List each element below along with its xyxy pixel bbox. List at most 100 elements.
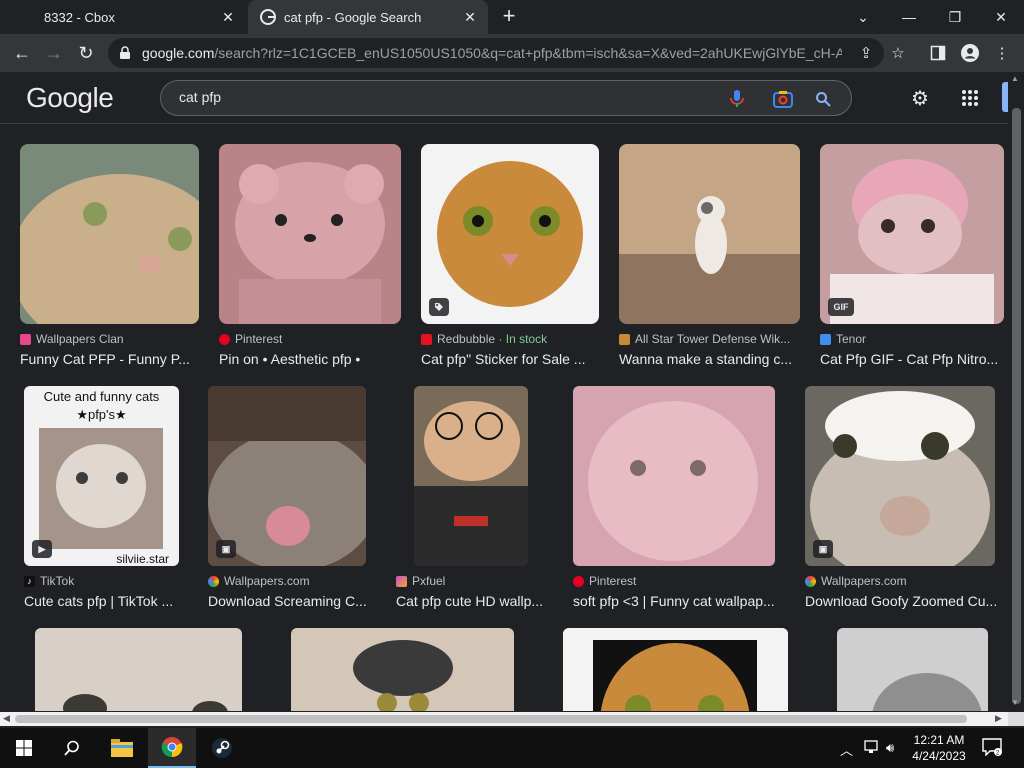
scroll-left-arrow-icon[interactable]: ◀: [3, 713, 10, 724]
image-result[interactable]: Pxfuel Cat pfp cute HD wallp...: [396, 386, 556, 609]
image-result[interactable]: ▣ Wallpapers.com Download Goofy Zoomed C…: [805, 386, 1001, 609]
result-title[interactable]: Cat pfp" Sticker for Sale ...: [421, 351, 599, 367]
tab-search-chevron-icon[interactable]: ⌄: [840, 0, 886, 34]
network-icon[interactable]: [864, 740, 880, 757]
result-thumbnail[interactable]: [20, 144, 199, 324]
image-result[interactable]: All Star Tower Defense Wik... Wanna make…: [619, 144, 800, 367]
close-tab-icon[interactable]: ✕: [218, 7, 238, 27]
result-thumbnail[interactable]: [219, 144, 401, 324]
horizontal-scrollbar[interactable]: ◀ ▶: [0, 712, 1008, 726]
result-thumbnail[interactable]: ▣: [208, 386, 366, 566]
result-thumbnail[interactable]: [573, 386, 775, 566]
windows-start-icon[interactable]: [0, 728, 48, 768]
minimize-button[interactable]: —: [886, 0, 932, 34]
search-box[interactable]: [160, 80, 852, 116]
search-icon[interactable]: [48, 728, 96, 768]
settings-gear-icon[interactable]: ⚙: [908, 86, 932, 110]
share-icon[interactable]: ⇪: [856, 43, 876, 63]
search-icon[interactable]: [813, 89, 833, 109]
google-apps-grid-icon[interactable]: [958, 86, 982, 110]
close-tab-icon[interactable]: ✕: [460, 7, 480, 27]
lens-camera-icon[interactable]: [773, 89, 793, 109]
wiki-favicon-icon: [619, 333, 630, 345]
search-input[interactable]: [179, 89, 699, 105]
lock-icon[interactable]: [118, 46, 132, 60]
back-button[interactable]: ←: [10, 41, 34, 65]
show-hidden-icons-chevron-icon[interactable]: ︿: [840, 740, 853, 759]
notifications-icon[interactable]: 2: [982, 738, 1002, 759]
result-title[interactable]: Wanna make a standing c...: [619, 351, 800, 367]
redbubble-icon: [421, 333, 432, 345]
menu-kebab-icon[interactable]: ⋮: [992, 43, 1012, 63]
result-source[interactable]: Wallpapers.com: [208, 574, 376, 588]
image-result[interactable]: ▣ Wallpapers.com Download Screaming C...: [208, 386, 376, 609]
file-explorer-icon[interactable]: [98, 728, 146, 768]
steam-icon[interactable]: [198, 728, 246, 768]
result-source[interactable]: All Star Tower Defense Wik...: [619, 332, 800, 346]
result-title[interactable]: Pin on • Aesthetic pfp •: [219, 351, 401, 367]
scroll-up-arrow-icon[interactable]: ▲: [1011, 74, 1019, 83]
voice-search-mic-icon[interactable]: [727, 89, 747, 109]
system-clock[interactable]: 12:21 AM 4/24/2023: [902, 732, 976, 764]
image-result[interactable]: Pinterest Pin on • Aesthetic pfp •: [219, 144, 401, 367]
address-bar[interactable]: google.com/search?rlz=1C1GCEB_enUS1050US…: [108, 38, 884, 68]
result-source[interactable]: ♪ TikTok: [24, 574, 190, 588]
profile-icon[interactable]: [960, 43, 980, 63]
result-thumbnail[interactable]: [563, 628, 788, 711]
result-source[interactable]: Tenor: [820, 332, 1004, 346]
restore-button[interactable]: ❐: [932, 0, 978, 34]
result-thumbnail[interactable]: [619, 144, 800, 324]
tab-label: cat pfp - Google Search: [284, 9, 422, 25]
result-source[interactable]: Pinterest: [573, 574, 788, 588]
image-result[interactable]: Pinterest soft pfp <3 | Funny cat wallpa…: [573, 386, 788, 609]
result-thumbnail[interactable]: Cute and funny cats ★pfp's★ silviie.star…: [24, 386, 179, 566]
chrome-taskbar-icon[interactable]: [148, 728, 196, 768]
result-thumbnail[interactable]: [421, 144, 599, 324]
image-result[interactable]: Wallpapers Clan Funny Cat PFP - Funny P.…: [20, 144, 200, 367]
result-source[interactable]: Pxfuel: [396, 574, 556, 588]
image-result[interactable]: [35, 628, 242, 711]
pxfuel-icon: [396, 575, 407, 587]
tab-google-search[interactable]: cat pfp - Google Search ✕: [248, 0, 488, 34]
result-source[interactable]: Pinterest: [219, 332, 401, 346]
result-thumbnail[interactable]: GIF: [820, 144, 1004, 324]
image-result[interactable]: GIF Tenor Cat Pfp GIF - Cat Pfp Nitro...: [820, 144, 1004, 367]
result-thumbnail[interactable]: ▣: [805, 386, 995, 566]
result-thumbnail[interactable]: [35, 628, 242, 711]
google-logo[interactable]: Google: [26, 82, 114, 114]
result-title[interactable]: Cute cats pfp | TikTok ...: [24, 593, 190, 609]
url-text[interactable]: google.com/search?rlz=1C1GCEB_enUS1050US…: [142, 45, 842, 61]
new-tab-button[interactable]: +: [498, 5, 520, 28]
side-panel-icon[interactable]: [928, 43, 948, 63]
scrollbar-thumb[interactable]: [1012, 108, 1021, 704]
result-source[interactable]: Wallpapers Clan: [20, 332, 200, 346]
result-source[interactable]: Wallpapers.com: [805, 574, 1001, 588]
scrollbar-thumb[interactable]: [15, 715, 967, 723]
image-result[interactable]: [291, 628, 514, 711]
result-source[interactable]: Redbubble · In stock: [421, 332, 599, 346]
tab-cbox[interactable]: 8332 - Cbox ✕: [0, 0, 246, 34]
result-thumbnail[interactable]: [291, 628, 514, 711]
tiktok-icon: ♪: [24, 575, 35, 587]
bookmark-star-icon[interactable]: ☆: [888, 43, 908, 63]
forward-button[interactable]: →: [42, 41, 66, 65]
result-thumbnail[interactable]: [414, 386, 528, 566]
scroll-right-arrow-icon[interactable]: ▶: [995, 713, 1002, 724]
result-title[interactable]: Funny Cat PFP - Funny P...: [20, 351, 200, 367]
close-window-button[interactable]: ✕: [978, 0, 1024, 34]
image-result[interactable]: Redbubble · In stock Cat pfp" Sticker fo…: [421, 144, 599, 367]
result-title[interactable]: Cat pfp cute HD wallp...: [396, 593, 556, 609]
scroll-down-arrow-icon[interactable]: ▼: [1011, 698, 1019, 707]
result-title[interactable]: Download Goofy Zoomed Cu...: [805, 593, 1001, 609]
vertical-scrollbar[interactable]: ▲ ▼: [1008, 72, 1024, 712]
image-result[interactable]: Cute and funny cats ★pfp's★ silviie.star…: [24, 386, 190, 609]
reload-button[interactable]: ↻: [74, 41, 98, 65]
image-result[interactable]: [563, 628, 788, 711]
clock-date: 4/24/2023: [912, 749, 966, 763]
volume-icon[interactable]: 🔊︎: [886, 740, 894, 756]
result-thumbnail[interactable]: [837, 628, 988, 711]
image-result[interactable]: [837, 628, 988, 711]
result-title[interactable]: Cat Pfp GIF - Cat Pfp Nitro...: [820, 351, 1004, 367]
result-title[interactable]: Download Screaming C...: [208, 593, 376, 609]
result-title[interactable]: soft pfp <3 | Funny cat wallpap...: [573, 593, 788, 609]
